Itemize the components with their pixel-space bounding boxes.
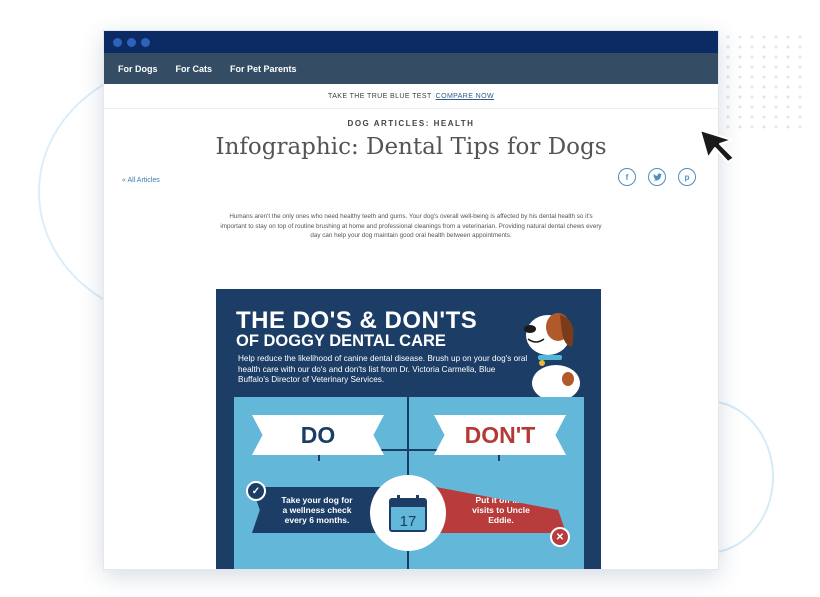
facebook-icon[interactable]: f xyxy=(618,168,636,186)
all-articles-link[interactable]: « All Articles xyxy=(122,177,160,184)
decorative-dots xyxy=(722,32,802,132)
calendar-icon: 17 xyxy=(389,495,427,532)
site-nav: For Dogs For Cats For Pet Parents xyxy=(104,53,718,84)
calendar-day: 17 xyxy=(400,513,417,530)
window-dot[interactable] xyxy=(113,37,122,47)
window-dot[interactable] xyxy=(127,37,136,47)
dont-label: DON'T xyxy=(434,415,566,455)
infographic-heading: THE DO'S & DON'TS xyxy=(236,307,478,334)
compare-now-link[interactable]: COMPARE NOW xyxy=(436,93,494,100)
pinterest-icon[interactable]: p xyxy=(678,168,696,186)
do-tip-text: Take your dog for a wellness check every… xyxy=(281,495,353,525)
share-buttons: f p xyxy=(618,168,696,186)
close-icon: ✕ xyxy=(550,527,570,547)
infographic-subheading: OF DOGGY DENTAL CARE xyxy=(236,332,446,350)
infographic: THE DO'S & DON'TS OF DOGGY DENTAL CARE H… xyxy=(216,289,601,569)
do-label: DO xyxy=(252,415,384,455)
dog-illustration xyxy=(524,313,580,397)
article-intro: Humans aren't the only ones who need hea… xyxy=(220,213,602,239)
calendar-circle: 17 xyxy=(370,475,446,551)
dont-tip-text: Put it off like visits to Uncle Eddie. xyxy=(472,495,530,525)
window-titlebar xyxy=(104,31,718,53)
infographic-description: Help reduce the likelihood of canine den… xyxy=(238,354,528,385)
cursor-icon xyxy=(699,129,735,163)
promo-text: TAKE THE TRUE BLUE TEST xyxy=(328,92,432,100)
nav-for-cats[interactable]: For Cats xyxy=(176,64,213,74)
nav-for-pet-parents[interactable]: For Pet Parents xyxy=(230,64,297,74)
browser-window: For Dogs For Cats For Pet Parents TAKE T… xyxy=(103,30,719,570)
check-icon: ✓ xyxy=(246,481,266,501)
twitter-icon[interactable] xyxy=(648,168,666,186)
promo-bar: TAKE THE TRUE BLUE TEST COMPARE NOW xyxy=(104,84,718,109)
page-title: Infographic: Dental Tips for Dogs xyxy=(215,134,607,160)
do-tip: Take your dog for a wellness check every… xyxy=(252,487,382,533)
dont-tip: Put it off like visits to Uncle Eddie. xyxy=(436,487,566,533)
nav-for-dogs[interactable]: For Dogs xyxy=(118,64,158,74)
window-dot[interactable] xyxy=(141,37,150,47)
article-category: DOG ARTICLES: HEALTH xyxy=(347,119,475,128)
do-dont-panel: DO DON'T Take your dog for a wellness ch… xyxy=(234,397,584,569)
